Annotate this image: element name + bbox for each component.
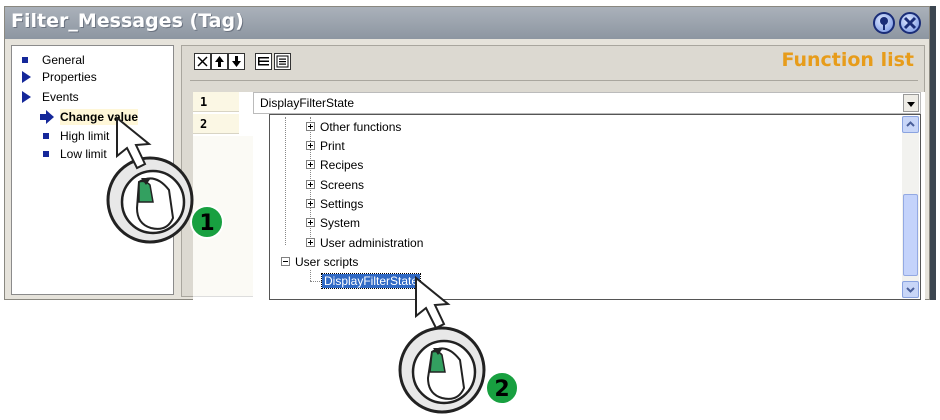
scroll-thumb[interactable]	[903, 194, 918, 276]
arrow-right-icon	[40, 110, 54, 124]
expand-icon	[306, 180, 315, 189]
collapse-icon	[281, 257, 290, 266]
expand-triangle-icon	[22, 91, 31, 103]
callout-number: 2	[494, 377, 509, 402]
square-bullet-icon	[43, 151, 49, 157]
function-select[interactable]: DisplayFilterState	[253, 92, 921, 114]
delete-button[interactable]	[194, 53, 211, 70]
square-bullet-icon	[43, 133, 49, 139]
window-edge	[930, 6, 936, 300]
expand-icon	[306, 199, 315, 208]
list-item-label: Recipes	[320, 158, 364, 172]
scrollbar[interactable]	[902, 116, 919, 298]
list-item-label: Settings	[320, 197, 364, 211]
move-down-icon	[232, 56, 241, 67]
indent-button[interactable]	[255, 53, 272, 70]
function-grid: 1 2 DisplayFilterState Other functions P…	[193, 92, 925, 304]
square-bullet-icon	[22, 57, 28, 63]
tree-item-label: Events	[42, 90, 79, 104]
row-number: 1	[193, 92, 239, 112]
list-item-label: Screens	[320, 178, 365, 192]
list-item-label: Other functions	[320, 120, 402, 134]
move-up-icon	[215, 56, 224, 67]
chevron-up-icon	[906, 121, 915, 127]
expand-icon	[306, 122, 315, 131]
expand-triangle-icon	[22, 71, 31, 83]
list-item-label: User scripts	[295, 255, 359, 269]
tree-line	[285, 117, 286, 245]
move-down-button[interactable]	[228, 53, 245, 70]
list-item-label: User administration	[320, 236, 424, 250]
tree-item-label: General	[42, 53, 85, 67]
panel-title: Function list	[781, 49, 914, 71]
empty-row	[193, 276, 253, 297]
function-list-panel: Function list 1 2 DisplayFilterState Oth…	[181, 45, 925, 304]
list-item-label: System	[320, 216, 361, 230]
callout-1: 1	[106, 115, 224, 244]
callout-2: 2	[398, 275, 519, 414]
window-title: Filter_Messages (Tag)	[11, 10, 244, 32]
list-button[interactable]	[274, 53, 291, 70]
close-icon	[903, 16, 917, 30]
chevron-down-icon[interactable]	[903, 94, 919, 112]
move-up-button[interactable]	[211, 53, 228, 70]
expand-icon	[306, 141, 315, 150]
function-select-value: DisplayFilterState	[260, 96, 355, 110]
list-item-label: Print	[320, 139, 345, 153]
divider	[190, 80, 918, 81]
chevron-down-icon	[906, 287, 915, 293]
title-bar: Filter_Messages (Tag)	[5, 7, 929, 39]
function-dropdown-list[interactable]: Other functions Print Recipes Screens Se…	[269, 114, 921, 300]
pin-button[interactable]	[873, 12, 895, 34]
indent-icon	[258, 57, 269, 66]
delete-icon	[197, 56, 208, 67]
tree-item-label: Properties	[42, 70, 97, 84]
list-icon	[276, 55, 289, 68]
pin-icon	[880, 17, 888, 30]
pointer-icon	[116, 115, 152, 170]
pointer-icon	[415, 275, 451, 330]
expand-icon	[306, 160, 315, 169]
callout-number: 1	[199, 211, 214, 236]
scroll-down-button[interactable]	[902, 281, 919, 298]
tree-line	[310, 270, 311, 281]
tree-line	[310, 281, 322, 282]
close-button[interactable]	[899, 12, 921, 34]
scroll-up-button[interactable]	[902, 116, 919, 133]
expand-icon	[306, 218, 315, 227]
expand-icon	[306, 238, 315, 247]
